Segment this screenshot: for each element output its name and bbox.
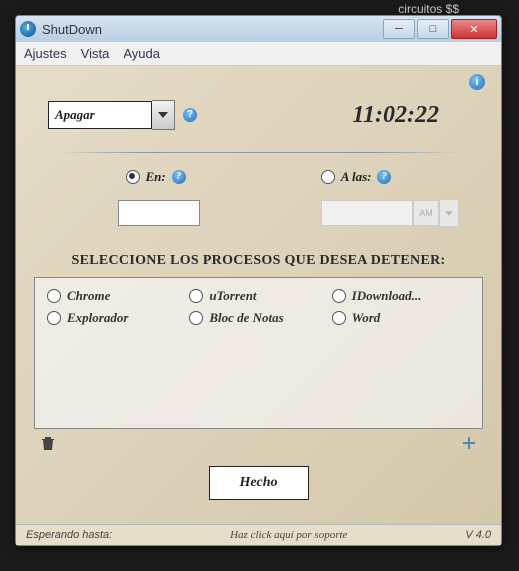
content-area: i Apagar ? 11:02:22 En: ? A las: ? [16, 66, 501, 524]
menu-view[interactable]: Vista [81, 46, 110, 61]
process-label: Chrome [67, 288, 110, 304]
process-radio[interactable] [332, 311, 346, 325]
process-label: Bloc de Notas [209, 310, 283, 326]
minimize-button[interactable]: ─ [383, 19, 415, 39]
time-input [321, 200, 413, 226]
process-radio[interactable] [189, 289, 203, 303]
process-list: Chrome uTorrent IDownload... Explorador … [34, 277, 483, 429]
mode-at-label: A las: [341, 169, 372, 185]
status-left: Esperando hasta: [26, 529, 112, 541]
process-radio[interactable] [47, 311, 61, 325]
process-radio[interactable] [332, 289, 346, 303]
app-window: ShutDown ─ □ ✕ Ajustes Vista Ayuda i Apa… [15, 15, 502, 546]
mode-at-help-icon[interactable]: ? [377, 170, 391, 184]
mode-in-option[interactable]: En: ? [126, 169, 186, 185]
plus-icon[interactable] [461, 435, 477, 454]
ampm-toggle: AM [413, 200, 439, 226]
support-link[interactable]: Haz click aquí por soporte [112, 529, 465, 541]
menubar: Ajustes Vista Ayuda [16, 42, 501, 66]
process-item[interactable]: Explorador [47, 310, 185, 326]
chevron-down-icon[interactable] [152, 100, 175, 130]
mode-at-option[interactable]: A las: ? [321, 169, 392, 185]
process-label: Explorador [67, 310, 128, 326]
duration-input[interactable] [118, 200, 200, 226]
background-text: circuitos $$ [398, 2, 459, 16]
action-help-icon[interactable]: ? [183, 108, 197, 122]
process-item[interactable]: Bloc de Notas [189, 310, 327, 326]
power-icon [20, 21, 36, 37]
ampm-chevron-down-icon [439, 199, 459, 227]
done-button[interactable]: Hecho [209, 466, 309, 500]
process-item[interactable]: IDownload... [332, 288, 470, 304]
process-radio[interactable] [189, 311, 203, 325]
trash-icon[interactable] [40, 435, 56, 454]
process-label: Word [352, 310, 381, 326]
processes-heading: SELECCIONE LOS PROCESOS QUE DESEA DETENE… [28, 253, 489, 269]
action-select-value[interactable]: Apagar [48, 101, 152, 129]
mode-in-radio[interactable] [126, 170, 140, 184]
process-label: IDownload... [352, 288, 422, 304]
version-label: V 4.0 [465, 529, 491, 541]
action-select[interactable]: Apagar [48, 100, 175, 130]
clock-display: 11:02:22 [352, 102, 439, 129]
divider [58, 152, 459, 153]
process-label: uTorrent [209, 288, 256, 304]
mode-at-radio[interactable] [321, 170, 335, 184]
statusbar: Esperando hasta: Haz click aquí por sopo… [16, 524, 501, 545]
window-title: ShutDown [42, 22, 383, 37]
process-item[interactable]: Word [332, 310, 470, 326]
maximize-button[interactable]: □ [417, 19, 449, 39]
mode-in-help-icon[interactable]: ? [172, 170, 186, 184]
info-icon[interactable]: i [469, 74, 485, 90]
process-item[interactable]: Chrome [47, 288, 185, 304]
process-radio[interactable] [47, 289, 61, 303]
menu-settings[interactable]: Ajustes [24, 46, 67, 61]
mode-in-label: En: [146, 169, 166, 185]
menu-help[interactable]: Ayuda [123, 46, 160, 61]
titlebar[interactable]: ShutDown ─ □ ✕ [16, 16, 501, 42]
process-item[interactable]: uTorrent [189, 288, 327, 304]
close-button[interactable]: ✕ [451, 19, 497, 39]
